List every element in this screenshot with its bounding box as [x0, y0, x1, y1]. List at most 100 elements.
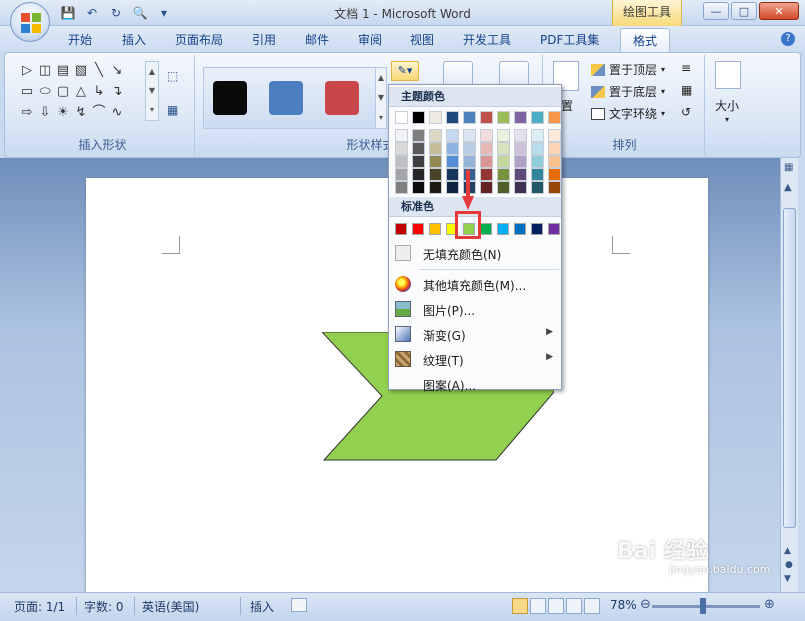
style-swatch-red[interactable] [325, 81, 359, 115]
print-layout-view-button[interactable] [512, 598, 528, 614]
tab-mailings[interactable]: 邮件 [305, 31, 329, 48]
size-button-label[interactable]: 大小 [715, 97, 739, 114]
theme-shade-swatch[interactable] [480, 129, 493, 142]
tab-format[interactable]: 格式 [620, 28, 671, 52]
line-icon[interactable]: ╲ [91, 63, 107, 79]
theme-shade-swatch[interactable] [395, 142, 408, 155]
web-layout-view-button[interactable] [548, 598, 564, 614]
theme-shade-swatch[interactable] [514, 181, 527, 194]
theme-color-swatch[interactable] [480, 111, 493, 124]
theme-shade-swatch[interactable] [531, 142, 544, 155]
theme-color-swatch[interactable] [412, 111, 425, 124]
tab-references[interactable]: 引用 [252, 31, 276, 48]
down-arrow-icon[interactable]: ⇩ [37, 105, 53, 121]
standard-color-swatch[interactable] [497, 223, 509, 235]
theme-shade-swatch[interactable] [480, 168, 493, 181]
tab-pdf-tools[interactable]: PDF工具集 [540, 31, 599, 48]
standard-color-swatch[interactable] [412, 223, 424, 235]
group-objects-icon[interactable]: ▦ [681, 83, 692, 97]
office-button[interactable] [10, 2, 50, 42]
tab-home[interactable]: 开始 [68, 31, 92, 48]
theme-shade-swatch[interactable] [531, 155, 544, 168]
theme-shade-swatch[interactable] [429, 129, 442, 142]
theme-shade-swatch[interactable] [548, 129, 561, 142]
browse-object-icon[interactable]: ● [785, 560, 793, 570]
tab-view[interactable]: 视图 [410, 31, 434, 48]
full-screen-view-button[interactable] [530, 598, 546, 614]
theme-shade-swatch[interactable] [531, 129, 544, 142]
theme-shade-swatch[interactable] [429, 168, 442, 181]
bring-to-front-button[interactable]: 置于顶层 ▾ [591, 61, 665, 78]
theme-shade-swatch[interactable] [497, 155, 510, 168]
theme-shade-swatch[interactable] [395, 155, 408, 168]
shape-gallery-scroll[interactable]: ▲ ▼ ▾ [145, 61, 159, 121]
vertical-textbox-icon[interactable]: ▧ [73, 63, 89, 79]
theme-shade-swatch[interactable] [548, 181, 561, 194]
standard-color-swatch[interactable] [429, 223, 441, 235]
arrow-line-icon[interactable]: ↘ [109, 63, 125, 79]
theme-shade-swatch[interactable] [514, 129, 527, 142]
status-language[interactable]: 英语(美国) [142, 598, 199, 615]
position-label[interactable]: 置 [561, 97, 573, 114]
tab-developer[interactable]: 开发工具 [463, 31, 511, 48]
status-word-count[interactable]: 字数: 0 [84, 598, 124, 615]
theme-shade-swatch[interactable] [480, 142, 493, 155]
pentagon-arrow-icon[interactable]: ▷ [19, 63, 35, 79]
theme-color-swatch[interactable] [395, 111, 408, 124]
theme-shade-swatch[interactable] [497, 181, 510, 194]
tab-page-layout[interactable]: 页面布局 [175, 31, 223, 48]
theme-shade-swatch[interactable] [429, 181, 442, 194]
theme-shade-swatch[interactable] [463, 142, 476, 155]
fill-menu-item[interactable]: 图片(P)... [389, 297, 561, 321]
theme-shade-swatch[interactable] [514, 155, 527, 168]
theme-shade-swatch[interactable] [429, 142, 442, 155]
standard-color-swatch[interactable] [548, 223, 560, 235]
theme-shade-swatch[interactable] [412, 181, 425, 194]
text-box-draw-icon[interactable]: ▦ [167, 103, 178, 117]
theme-shade-swatch[interactable] [531, 181, 544, 194]
next-page-icon[interactable]: ▼ [784, 574, 791, 584]
help-icon[interactable]: ? [781, 32, 795, 46]
standard-color-swatch[interactable] [395, 223, 407, 235]
theme-shade-swatch[interactable] [412, 168, 425, 181]
theme-shade-swatch[interactable] [446, 168, 459, 181]
theme-shade-swatch[interactable] [395, 181, 408, 194]
theme-shade-swatch[interactable] [463, 155, 476, 168]
triangle-icon[interactable]: △ [73, 84, 89, 100]
theme-shade-swatch[interactable] [480, 155, 493, 168]
standard-color-swatch[interactable] [531, 223, 543, 235]
maximize-button[interactable]: □ [731, 2, 757, 20]
style-swatch-blue[interactable] [269, 81, 303, 115]
style-gallery-scroll[interactable]: ▲ ▼ ▾ [375, 67, 387, 129]
prev-page-icon[interactable]: ▲ [784, 546, 791, 556]
tab-insert[interactable]: 插入 [122, 31, 146, 48]
zoom-in-icon[interactable]: ⊕ [764, 597, 775, 612]
theme-shade-swatch[interactable] [497, 142, 510, 155]
theme-color-swatch[interactable] [514, 111, 527, 124]
theme-shade-swatch[interactable] [514, 142, 527, 155]
rotate-icon[interactable]: ↺ [681, 105, 691, 119]
theme-shade-swatch[interactable] [548, 142, 561, 155]
shape-fill-button[interactable]: ✎▾ [391, 61, 419, 81]
minimize-button[interactable]: — [703, 2, 729, 20]
fill-menu-item[interactable]: 无填充颜色(N) [389, 241, 561, 265]
elbow-arrow-icon[interactable]: ↴ [109, 84, 125, 100]
text-wrap-button[interactable]: 文字环绕 ▾ [591, 105, 665, 122]
rounded-rect-icon[interactable]: ▢ [55, 84, 71, 100]
theme-shade-swatch[interactable] [514, 168, 527, 181]
theme-shade-swatch[interactable] [446, 181, 459, 194]
theme-color-swatch[interactable] [429, 111, 442, 124]
theme-shade-swatch[interactable] [531, 168, 544, 181]
zoom-slider-thumb[interactable] [700, 598, 706, 614]
theme-shade-swatch[interactable] [446, 129, 459, 142]
textbox-icon[interactable]: ▤ [55, 63, 71, 79]
outline-view-button[interactable] [566, 598, 582, 614]
theme-color-swatch[interactable] [446, 111, 459, 124]
cube-icon[interactable]: ◫ [37, 63, 53, 79]
lightning-icon[interactable]: ↯ [73, 105, 89, 121]
scroll-thumb[interactable] [783, 208, 796, 528]
edit-shape-icon[interactable]: ⬚ [167, 69, 178, 83]
align-icon[interactable]: ≡ [681, 61, 691, 75]
theme-shade-swatch[interactable] [395, 168, 408, 181]
theme-shade-swatch[interactable] [395, 129, 408, 142]
